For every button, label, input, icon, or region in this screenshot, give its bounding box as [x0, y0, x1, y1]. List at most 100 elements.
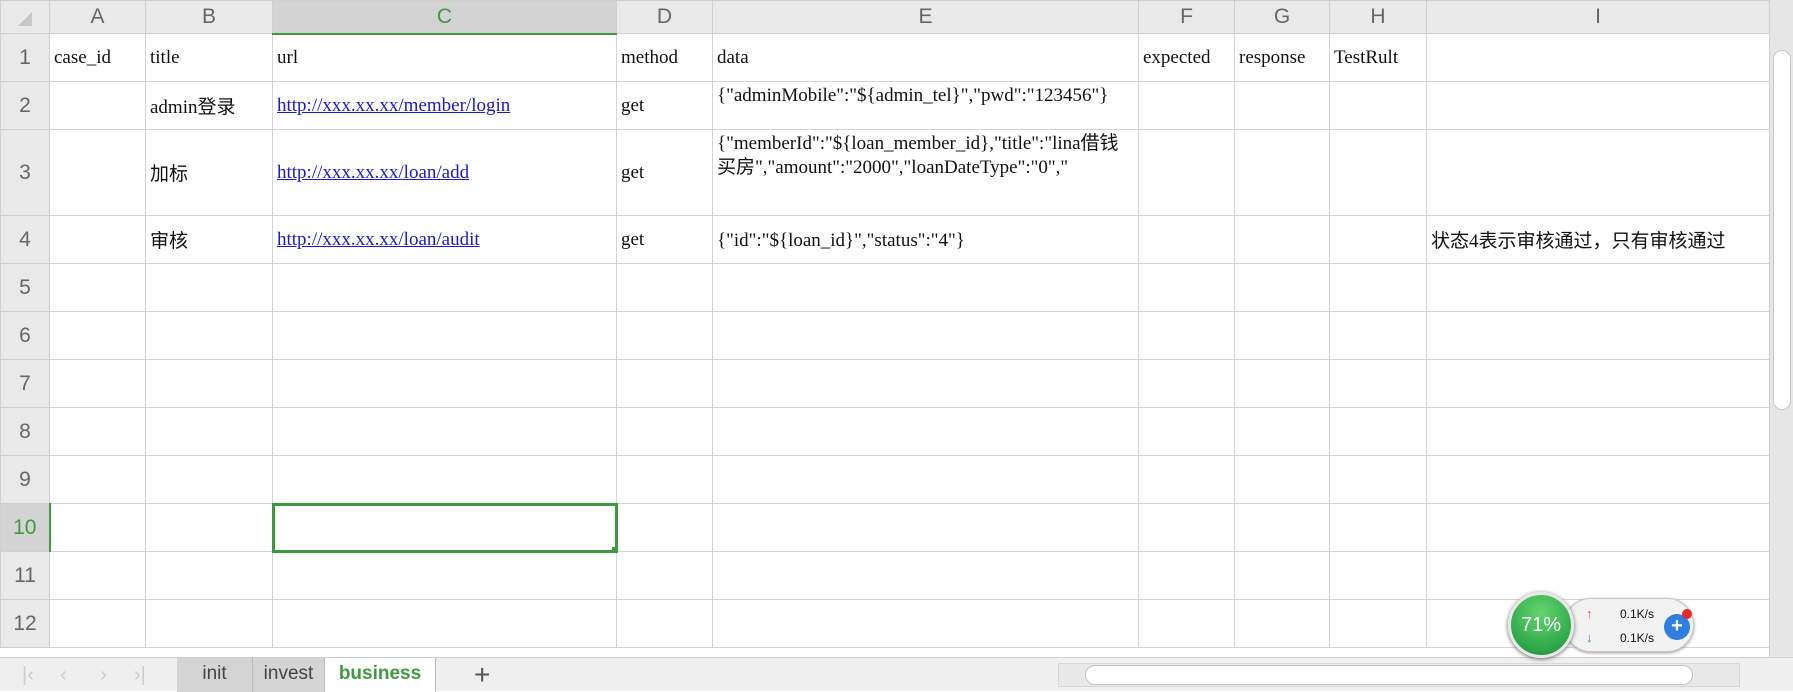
select-all-corner[interactable] — [0, 0, 50, 34]
cell-a5[interactable] — [49, 263, 146, 312]
cell-f9[interactable] — [1138, 455, 1235, 504]
cell-d11[interactable] — [616, 551, 713, 600]
cell-d6[interactable] — [616, 311, 713, 360]
cell-e5[interactable] — [712, 263, 1139, 312]
sheet-tab-business[interactable]: business — [325, 658, 436, 692]
network-speed-widget[interactable]: ↑ ↓ 0.1K/s 0.1K/s 71% + — [1508, 592, 1698, 658]
cell-g2[interactable] — [1234, 81, 1330, 130]
cell-i3[interactable] — [1426, 129, 1770, 216]
cell-a9[interactable] — [49, 455, 146, 504]
cell-f2[interactable] — [1138, 81, 1235, 130]
cell-i7[interactable] — [1426, 359, 1770, 408]
column-header-a[interactable]: A — [49, 0, 146, 34]
cell-e11[interactable] — [712, 551, 1139, 600]
cell-i9[interactable] — [1426, 455, 1770, 504]
cell-h11[interactable] — [1329, 551, 1427, 600]
cell-i10[interactable] — [1426, 503, 1770, 552]
row-header-4[interactable]: 4 — [0, 215, 50, 264]
cell-a7[interactable] — [49, 359, 146, 408]
cell-b3[interactable]: 加标 — [145, 129, 273, 216]
cell-b10[interactable] — [145, 503, 273, 552]
cell-c12[interactable] — [272, 599, 617, 648]
cell-c9[interactable] — [272, 455, 617, 504]
cell-c11[interactable] — [272, 551, 617, 600]
cell-b2[interactable]: admin登录 — [145, 81, 273, 130]
cell-h8[interactable] — [1329, 407, 1427, 456]
cell-e10[interactable] — [712, 503, 1139, 552]
cell-h12[interactable] — [1329, 599, 1427, 648]
cell-e6[interactable] — [712, 311, 1139, 360]
cell-c10[interactable] — [271, 502, 618, 553]
cell-a8[interactable] — [49, 407, 146, 456]
fill-handle[interactable] — [612, 547, 616, 551]
cell-a10[interactable] — [49, 503, 146, 552]
horizontal-scrollbar[interactable] — [1058, 663, 1740, 687]
row-header-12[interactable]: 12 — [0, 599, 50, 648]
cell-d1[interactable]: method — [616, 33, 713, 82]
cell-f1[interactable]: expected — [1138, 33, 1235, 82]
row-header-5[interactable]: 5 — [0, 263, 50, 312]
cell-c4[interactable]: http://xxx.xx.xx/loan/audit — [272, 215, 617, 264]
cell-c5[interactable] — [272, 263, 617, 312]
row-header-3[interactable]: 3 — [0, 129, 50, 216]
cell-h10[interactable] — [1329, 503, 1427, 552]
cell-h9[interactable] — [1329, 455, 1427, 504]
cell-b7[interactable] — [145, 359, 273, 408]
cell-b4[interactable]: 审核 — [145, 215, 273, 264]
next-sheet-icon[interactable]: › — [100, 664, 107, 687]
row-header-11[interactable]: 11 — [0, 551, 50, 600]
cell-h7[interactable] — [1329, 359, 1427, 408]
sheet-tab-invest[interactable]: invest — [253, 658, 325, 692]
cell-f10[interactable] — [1138, 503, 1235, 552]
cell-b6[interactable] — [145, 311, 273, 360]
cell-i6[interactable] — [1426, 311, 1770, 360]
cell-f5[interactable] — [1138, 263, 1235, 312]
horizontal-scroll-thumb[interactable] — [1085, 665, 1693, 685]
row-header-8[interactable]: 8 — [0, 407, 50, 456]
column-header-e[interactable]: E — [712, 0, 1139, 34]
cell-c2[interactable]: http://xxx.xx.xx/member/login — [272, 81, 617, 130]
cell-b9[interactable] — [145, 455, 273, 504]
cell-f6[interactable] — [1138, 311, 1235, 360]
cell-g11[interactable] — [1234, 551, 1330, 600]
cell-h4[interactable] — [1329, 215, 1427, 264]
column-header-b[interactable]: B — [145, 0, 273, 34]
cell-a12[interactable] — [49, 599, 146, 648]
cell-c1[interactable]: url — [272, 33, 617, 82]
row-header-10[interactable]: 10 — [0, 503, 51, 552]
cell-g7[interactable] — [1234, 359, 1330, 408]
sheet-tab-init[interactable]: init — [177, 658, 253, 692]
cell-c8[interactable] — [272, 407, 617, 456]
cell-i5[interactable] — [1426, 263, 1770, 312]
cell-e3[interactable]: {"memberId":"${loan_member_id},"title":"… — [712, 129, 1139, 216]
first-sheet-icon[interactable]: |‹ — [22, 664, 34, 687]
prev-sheet-icon[interactable]: ‹ — [60, 664, 67, 687]
row-header-7[interactable]: 7 — [0, 359, 50, 408]
column-header-h[interactable]: H — [1329, 0, 1427, 34]
cell-g10[interactable] — [1234, 503, 1330, 552]
cell-g8[interactable] — [1234, 407, 1330, 456]
cell-d9[interactable] — [616, 455, 713, 504]
cell-e1[interactable]: data — [712, 33, 1139, 82]
cell-g1[interactable]: response — [1234, 33, 1330, 82]
cell-f12[interactable] — [1138, 599, 1235, 648]
cell-d4[interactable]: get — [616, 215, 713, 264]
cell-d7[interactable] — [616, 359, 713, 408]
cell-c3[interactable]: http://xxx.xx.xx/loan/add — [272, 129, 617, 216]
vertical-scrollbar[interactable] — [1769, 0, 1793, 657]
cell-a6[interactable] — [49, 311, 146, 360]
url-link[interactable]: http://xxx.xx.xx/loan/add — [277, 162, 612, 184]
cell-b8[interactable] — [145, 407, 273, 456]
cell-a2[interactable] — [49, 81, 146, 130]
cell-b5[interactable] — [145, 263, 273, 312]
column-header-d[interactable]: D — [616, 0, 713, 34]
last-sheet-icon[interactable]: ›| — [134, 664, 146, 687]
cell-g4[interactable] — [1234, 215, 1330, 264]
cell-d5[interactable] — [616, 263, 713, 312]
add-sheet-button[interactable]: + — [474, 659, 490, 691]
cell-h1[interactable]: TestRult — [1329, 33, 1427, 82]
cell-e12[interactable] — [712, 599, 1139, 648]
cell-e8[interactable] — [712, 407, 1139, 456]
cell-d12[interactable] — [616, 599, 713, 648]
cell-a3[interactable] — [49, 129, 146, 216]
